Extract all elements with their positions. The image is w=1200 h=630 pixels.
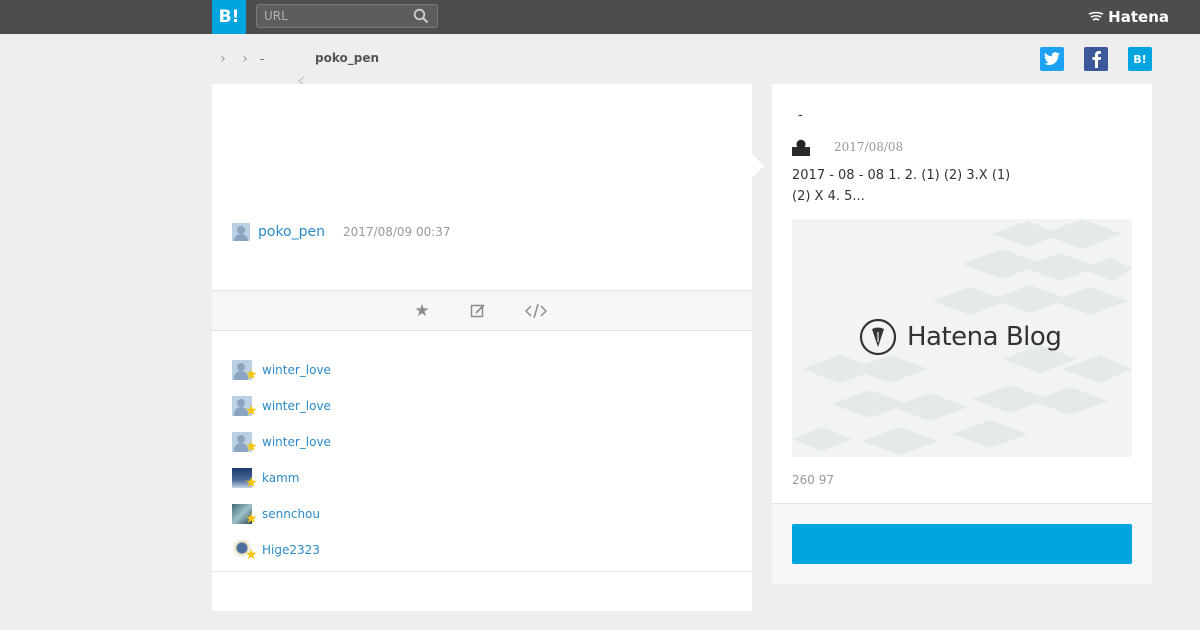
list-item: ★ winter_love (232, 388, 331, 424)
star-user-name[interactable]: winter_love (262, 435, 331, 449)
avatar[interactable]: ★ (232, 432, 258, 454)
article-description-line: (2) X 4. 5... (792, 189, 865, 204)
star-user-name[interactable]: Hige2323 (262, 543, 320, 557)
star-icon[interactable]: ★ (411, 300, 433, 322)
avatar[interactable]: ★ (232, 360, 258, 382)
chevron-right-icon[interactable]: › (234, 46, 256, 72)
avatar[interactable] (232, 223, 250, 241)
avatar[interactable]: ★ (232, 396, 258, 418)
hatena-brand[interactable]: Hatena (1088, 8, 1169, 26)
list-item: ★ kamm (232, 460, 331, 496)
avatar[interactable]: ★ (232, 504, 258, 526)
facebook-share-button[interactable] (1084, 47, 1108, 71)
avatar[interactable]: ★ (232, 540, 258, 562)
list-item: ★ sennchou (232, 496, 331, 532)
avatar[interactable]: ★ (232, 468, 258, 490)
breadcrumb-user: poko_pen (315, 51, 380, 65)
url-search-input[interactable] (257, 5, 407, 27)
url-search[interactable] (256, 4, 438, 28)
star-user-name[interactable]: winter_love (262, 399, 331, 413)
star-icon: ★ (245, 511, 258, 527)
list-item: ★ winter_love (232, 424, 331, 460)
entry-user-name[interactable]: poko_pen (258, 224, 325, 240)
entry-timestamp[interactable]: 2017/08/09 00:37 (343, 225, 451, 239)
search-icon[interactable] (413, 8, 429, 24)
twitter-icon (1044, 52, 1060, 66)
star-list: ★ winter_love ★ winter_love ★ winter_lov… (232, 352, 331, 568)
hatena-bookmark-logo[interactable]: B! (212, 0, 246, 34)
entry-action-bar: ★ (212, 290, 752, 331)
star-icon: ★ (245, 475, 258, 491)
star-user-name[interactable]: winter_love (262, 363, 331, 377)
star-user-name[interactable]: sennchou (262, 507, 320, 521)
pen-nib-icon (859, 318, 897, 356)
panel-pointer (752, 154, 764, 178)
article-counts: 260 97 (792, 473, 834, 487)
breadcrumb: › › - poko_pen (212, 46, 379, 72)
avatar[interactable] (792, 138, 810, 156)
hatena-mark-icon (1088, 11, 1104, 21)
thumbnail-logo-text: Hatena Blog (907, 322, 1062, 352)
facebook-icon (1092, 50, 1101, 68)
article-panel: - 2017/08/08 2017 - 08 - 08 1. 2. (1) (2… (772, 84, 1152, 584)
edit-icon[interactable] (467, 300, 489, 322)
article-description-line: 2017 - 08 - 08 1. 2. (1) (2) 3.X (1) (792, 168, 1011, 183)
list-item: ★ Hige2323 (232, 532, 331, 568)
divider (212, 571, 752, 572)
list-item: ★ winter_love (232, 352, 331, 388)
article-date: 2017/08/08 (834, 140, 904, 154)
star-icon: ★ (245, 547, 258, 563)
thumbnail-logo: Hatena Blog (859, 318, 1062, 356)
article-meta: 2017/08/08 (792, 138, 903, 156)
star-icon: ★ (245, 367, 258, 383)
article-thumbnail[interactable]: Hatena Blog (792, 219, 1132, 457)
top-bar: B! Hatena (0, 0, 1200, 34)
article-description: 2017 - 08 - 08 1. 2. (1) (2) 3.X (1) (2)… (792, 165, 1052, 207)
twitter-share-button[interactable] (1040, 47, 1064, 71)
star-icon: ★ (245, 439, 258, 455)
bookmark-entry-panel: poko_pen 2017/08/09 00:37 ★ ★ winter_lov… (212, 84, 752, 611)
star-user-name[interactable]: kamm (262, 471, 299, 485)
hatena-brand-text: Hatena (1108, 8, 1169, 26)
hatena-bookmark-share-button[interactable]: B! (1128, 47, 1152, 71)
article-title[interactable]: - (798, 108, 803, 123)
embed-code-icon[interactable] (525, 300, 547, 322)
chevron-right-icon[interactable]: › (212, 46, 234, 72)
read-article-button[interactable] (792, 524, 1132, 564)
article-footer (772, 503, 1152, 584)
star-icon: ★ (245, 403, 258, 419)
breadcrumb-item[interactable]: - (260, 52, 264, 66)
entry-user: poko_pen 2017/08/09 00:37 (232, 223, 451, 241)
